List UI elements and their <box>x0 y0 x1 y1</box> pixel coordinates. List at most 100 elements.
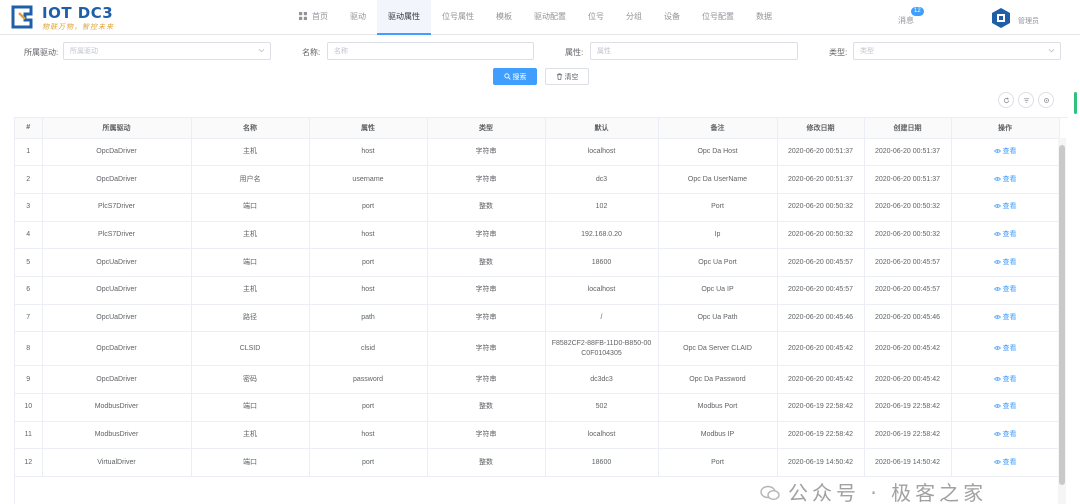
cell-created: 2020-06-20 00:45:42 <box>864 365 952 394</box>
nav-item-driver-attribute[interactable]: 驱动属性 <box>377 0 431 35</box>
column-header[interactable]: 默认 <box>545 118 659 139</box>
table-row[interactable]: 11 ModbusDriver 主机 host 字符串 localhost Modbus I… <box>15 421 1060 450</box>
cell-modified: 2020-06-19 14:50:42 <box>777 448 865 478</box>
column-header[interactable]: 类型 <box>427 118 546 139</box>
view-button[interactable]: 查看 <box>993 376 1017 383</box>
cell-type: 字符串 <box>427 221 546 250</box>
view-button[interactable]: 查看 <box>993 345 1017 352</box>
cell-attr: host <box>309 138 428 167</box>
view-button[interactable]: 查看 <box>993 176 1017 183</box>
column-header[interactable]: 属性 <box>309 118 428 139</box>
type-select[interactable] <box>853 42 1061 60</box>
sort-button[interactable] <box>1018 92 1034 108</box>
cell-attr: port <box>309 448 428 478</box>
view-button[interactable]: 查看 <box>993 403 1017 410</box>
nav-item-point-attribute[interactable]: 位号属性 <box>431 0 485 35</box>
attr-filter-label: 属性: <box>565 48 584 57</box>
cell-no: 8 <box>15 331 43 367</box>
cell-default: dc3dc3 <box>545 365 659 394</box>
view-button[interactable]: 查看 <box>993 459 1017 466</box>
settings-button[interactable] <box>1038 92 1054 108</box>
table-row[interactable]: 4 PlcS7Driver 主机 host 字符串 192.168.0.20 Ip 2020-… <box>15 221 1060 250</box>
nav-label: 首页 <box>312 12 328 21</box>
cell-default: 502 <box>545 393 659 422</box>
driver-select-input[interactable] <box>63 42 271 60</box>
table-row[interactable]: 1 OpcDaDriver 主机 host 字符串 localhost Opc Da Hos… <box>15 138 1060 167</box>
table-row[interactable]: 2 OpcDaDriver 用户名 username 字符串 dc3 Opc Da User… <box>15 165 1060 194</box>
table-scrollbar-thumb[interactable] <box>1059 145 1065 485</box>
nav-item-data[interactable]: 数据 <box>745 0 783 35</box>
refresh-button[interactable] <box>998 92 1014 108</box>
message-count-badge: 12 <box>911 7 924 16</box>
nav-item-driver-config[interactable]: 驱动配置 <box>523 0 577 35</box>
type-select-input[interactable] <box>853 42 1061 60</box>
message-button[interactable]: 消息 12 <box>898 7 924 26</box>
app-logo[interactable]: IOT DC3 物联万物，智控未来 <box>10 3 140 33</box>
cell-driver: OpcDaDriver <box>42 138 192 167</box>
column-header[interactable]: 所属驱动 <box>42 118 192 139</box>
cell-type: 整数 <box>427 248 546 277</box>
view-button[interactable]: 查看 <box>993 148 1017 155</box>
view-button[interactable]: 查看 <box>993 259 1017 266</box>
table-row[interactable]: 7 OpcUaDriver 路径 path 字符串 / Opc Ua Path 2020-06… <box>15 304 1060 333</box>
nav-item-point-config[interactable]: 位号配置 <box>691 0 745 35</box>
cell-attr: username <box>309 165 428 194</box>
table-row[interactable]: 3 PlcS7Driver 端口 port 整数 102 Port 2020-06-20 00… <box>15 193 1060 222</box>
column-header[interactable]: 备注 <box>658 118 778 139</box>
cell-action: 查看 <box>951 276 1060 305</box>
view-button[interactable]: 查看 <box>993 231 1017 238</box>
table-row[interactable]: 5 OpcUaDriver 端口 port 整数 18600 Opc Ua Port 2020… <box>15 248 1060 277</box>
cell-default: dc3 <box>545 165 659 194</box>
cell-no: 12 <box>15 448 43 478</box>
eye-icon <box>993 287 1001 292</box>
driver-select[interactable] <box>63 42 271 60</box>
cell-driver: ModbusDriver <box>42 421 192 450</box>
top-header: IOT DC3 物联万物，智控未来 首页 驱动 驱动属性 位号属性 模板 驱动配… <box>0 0 1080 35</box>
cell-type: 字符串 <box>427 365 546 394</box>
clear-button[interactable]: 清空 <box>545 68 589 85</box>
logo-title: IOT DC3 <box>42 4 114 22</box>
nav-label: 模板 <box>496 12 512 21</box>
view-button[interactable]: 查看 <box>993 203 1017 210</box>
column-header: 操作 <box>951 118 1060 139</box>
nav-item-driver[interactable]: 驱动 <box>339 0 377 35</box>
nav-item-group[interactable]: 分组 <box>615 0 653 35</box>
view-button[interactable]: 查看 <box>993 314 1017 321</box>
table-row[interactable]: 6 OpcUaDriver 主机 host 字符串 localhost Opc Ua IP 2… <box>15 276 1060 305</box>
cell-attr: clsid <box>309 331 428 367</box>
cell-action: 查看 <box>951 221 1060 250</box>
cell-driver: PlcS7Driver <box>42 193 192 222</box>
clear-button-label: 清空 <box>564 73 579 81</box>
cell-modified: 2020-06-19 22:58:42 <box>777 393 865 422</box>
user-menu[interactable]: 管理员 <box>990 7 1039 29</box>
nav-item-device[interactable]: 设备 <box>653 0 691 35</box>
table-row[interactable]: 9 OpcDaDriver 密码 password 字符串 dc3dc3 Opc Da Pa… <box>15 365 1060 394</box>
cell-created: 2020-06-20 00:45:42 <box>864 331 952 367</box>
nav-item-template[interactable]: 模板 <box>485 0 523 35</box>
cell-name: 端口 <box>191 248 310 277</box>
view-button[interactable]: 查看 <box>993 431 1017 438</box>
main-nav: 首页 驱动 驱动属性 位号属性 模板 驱动配置 位号 分组 设备 位号配置 数据 <box>288 0 783 35</box>
table-row[interactable]: 10 ModbusDriver 端口 port 整数 502 Modbus Port 2020… <box>15 393 1060 422</box>
nav-label: 设备 <box>664 12 680 21</box>
column-header[interactable]: 名称 <box>191 118 310 139</box>
cell-remark: Opc Ua IP <box>658 276 778 305</box>
cell-name: 端口 <box>191 393 310 422</box>
cell-remark: Modbus Port <box>658 393 778 422</box>
nav-item-home[interactable]: 首页 <box>288 0 339 35</box>
search-button[interactable]: 搜索 <box>493 68 537 85</box>
attr-input[interactable] <box>590 42 798 60</box>
watermark-text: 公众号 · 极客之家 <box>788 481 988 504</box>
table-row[interactable]: 8 OpcDaDriver CLSID clsid 字符串 F8582CF2-88FB-1… <box>15 331 1060 367</box>
name-input[interactable] <box>327 42 534 60</box>
filter-form: 所属驱动: 名称: 属性: 类型: 搜索 清空 <box>0 36 1080 90</box>
nav-item-point[interactable]: 位号 <box>577 0 615 35</box>
cell-action: 查看 <box>951 331 1060 367</box>
table-row[interactable]: 12 VirtualDriver 端口 port 整数 18600 Port 2020-06-… <box>15 448 1060 478</box>
cell-attr: host <box>309 221 428 250</box>
column-header[interactable]: 创建日期 <box>864 118 952 139</box>
cell-type: 整数 <box>427 448 546 478</box>
cell-name: 主机 <box>191 421 310 450</box>
view-button[interactable]: 查看 <box>993 286 1017 293</box>
column-header[interactable]: 修改日期 <box>777 118 865 139</box>
